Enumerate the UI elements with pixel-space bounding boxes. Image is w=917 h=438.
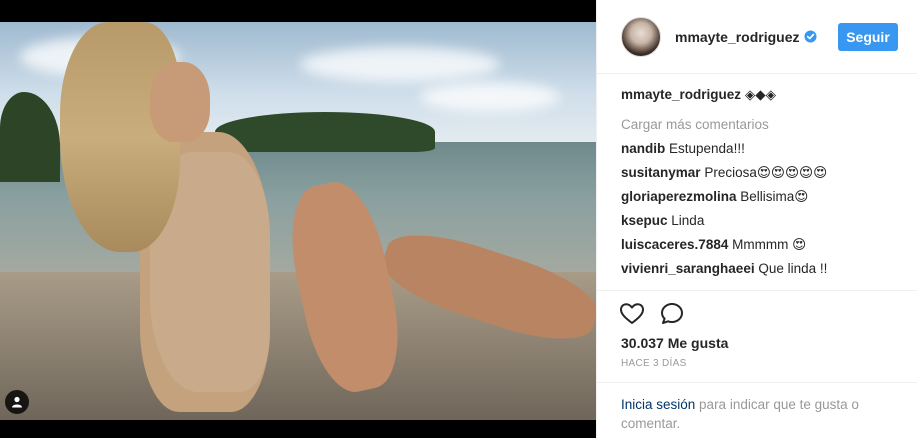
comment-text: Bellisima😍	[740, 189, 809, 204]
comment-item: susitanymar Preciosa😍😍😍😍😍	[621, 164, 901, 182]
verified-badge-icon	[804, 30, 818, 43]
author-username[interactable]: mmayte_rodriguez	[675, 29, 799, 45]
comment-bubble-icon[interactable]	[659, 301, 685, 327]
post-actions: 30.037 Me gusta HACE 3 DÍAS	[597, 290, 917, 369]
post-photo[interactable]	[0, 22, 596, 420]
action-icons-row	[619, 299, 917, 329]
login-link[interactable]: Inicia sesión	[621, 397, 695, 412]
login-prompt: Inicia sesión para indicar que te gusta …	[597, 382, 917, 438]
comment-username[interactable]: gloriaperezmolina	[621, 189, 737, 204]
load-more-comments-link[interactable]: Cargar más comentarios	[621, 116, 901, 134]
post-caption: mmayte_rodriguez ◈◆◈	[621, 86, 901, 104]
comment-text: Mmmmm 😍	[732, 237, 807, 252]
follow-button[interactable]: Seguir	[838, 22, 898, 51]
comment-username[interactable]: luiscaceres.7884	[621, 237, 728, 252]
photo-island	[215, 112, 435, 152]
comment-item: luiscaceres.7884 Mmmmm 😍	[621, 236, 901, 254]
caption-text: ◈◆◈	[744, 87, 776, 102]
caption-username[interactable]: mmayte_rodriguez	[621, 87, 741, 102]
comments-list: mmayte_rodriguez ◈◆◈ Cargar más comentar…	[621, 86, 901, 290]
comment-item: gloriaperezmolina Bellisima😍	[621, 188, 901, 206]
user-tag-icon	[12, 396, 22, 408]
user-tag-button[interactable]	[5, 390, 29, 414]
author-avatar[interactable]	[621, 16, 661, 57]
post-sidebar: mmayte_rodriguez Seguir mmayte_rodriguez…	[596, 0, 917, 438]
post-header: mmayte_rodriguez Seguir	[597, 0, 917, 74]
heart-icon[interactable]	[619, 301, 645, 327]
comment-username[interactable]: vivienri_saranghaeei	[621, 261, 755, 276]
likes-count[interactable]: 30.037 Me gusta	[621, 335, 917, 351]
comment-item: ksepuc Linda	[621, 212, 901, 230]
author-username-container: mmayte_rodriguez	[675, 29, 818, 45]
comment-item: vivienri_saranghaeei Que linda !!	[621, 260, 901, 278]
comment-username[interactable]: susitanymar	[621, 165, 701, 180]
comment-text: Que linda !!	[758, 261, 828, 276]
photo-pane	[0, 0, 596, 438]
comment-text: Estupenda!!!	[669, 141, 745, 156]
comment-text: Linda	[671, 213, 705, 228]
photo-cloud	[300, 47, 500, 82]
post-timestamp[interactable]: HACE 3 DÍAS	[621, 358, 917, 369]
comment-username[interactable]: ksepuc	[621, 213, 668, 228]
comment-item: nandib Estupenda!!!	[621, 140, 901, 158]
photo-face	[150, 62, 210, 142]
photo-cloud	[420, 82, 560, 112]
comment-username[interactable]: nandib	[621, 141, 665, 156]
comment-text: Preciosa😍😍😍😍😍	[704, 165, 828, 180]
